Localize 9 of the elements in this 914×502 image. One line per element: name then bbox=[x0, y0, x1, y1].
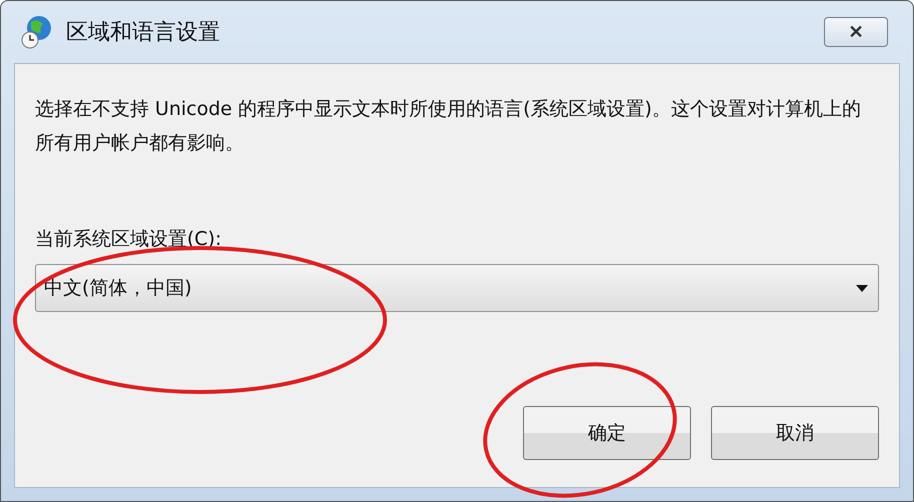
description-text: 选择在不支持 Unicode 的程序中显示文本时所使用的语言(系统区域设置)。这个设置对计算机上的所有用户帐户都有影响。 bbox=[35, 97, 862, 156]
dropdown-arrow-icon bbox=[856, 284, 868, 292]
locale-label: 当前系统区域设置(C): bbox=[35, 227, 222, 252]
window-title: 区域和语言设置 bbox=[66, 19, 221, 47]
globe-clock-icon bbox=[20, 14, 54, 50]
locale-dropdown[interactable]: 中文(简体，中国) bbox=[35, 264, 879, 312]
cancel-button[interactable]: 取消 bbox=[711, 406, 879, 460]
ok-button[interactable]: 确定 bbox=[523, 406, 691, 460]
close-button[interactable]: ✕ bbox=[824, 17, 888, 47]
